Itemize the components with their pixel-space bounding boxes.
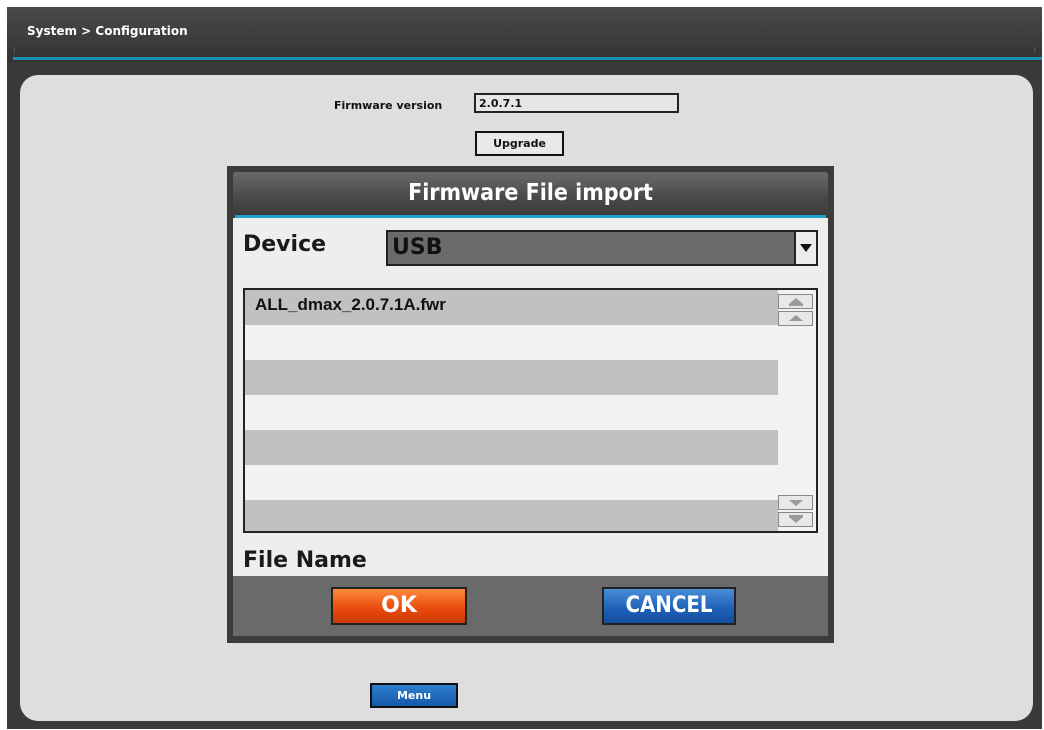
firmware-import-dialog: Firmware File import Device USB ALL_dmax…: [227, 166, 834, 643]
firmware-version-label: Firmware version: [334, 99, 443, 112]
file-item-name: ALL_dmax_2.0.7.1A.fwr: [255, 295, 446, 314]
file-name-label: File Name: [243, 548, 367, 573]
device-select[interactable]: USB: [386, 230, 818, 266]
list-item[interactable]: [245, 430, 778, 465]
scroll-down-icon[interactable]: [778, 495, 813, 510]
scroll-up-icon[interactable]: [778, 311, 813, 326]
list-item[interactable]: [245, 500, 778, 531]
dialog-body: Device USB ALL_dmax_2.0.7.1A.fwr File Na…: [233, 218, 828, 576]
list-item[interactable]: [245, 465, 778, 500]
resize-grip-icon: ⁞: [13, 46, 16, 55]
list-item[interactable]: [245, 395, 778, 430]
scroll-bottom-icon[interactable]: [778, 512, 813, 527]
cancel-button[interactable]: CANCEL: [602, 587, 736, 625]
title-bar: System > Configuration ⁞ ⁞: [7, 7, 1042, 62]
device-select-value: USB: [392, 235, 443, 260]
firmware-version-field: 2.0.7.1: [474, 93, 679, 113]
file-list[interactable]: ALL_dmax_2.0.7.1A.fwr: [243, 288, 818, 533]
list-item[interactable]: [245, 360, 778, 395]
device-label: Device: [243, 232, 327, 257]
list-item[interactable]: ALL_dmax_2.0.7.1A.fwr: [245, 290, 778, 325]
scroll-top-icon[interactable]: [778, 294, 813, 309]
dialog-button-bar: OK CANCEL: [233, 576, 828, 636]
resize-grip-icon: ⁞: [1033, 46, 1036, 55]
dialog-title-bar: Firmware File import: [233, 172, 828, 217]
dropdown-arrow-icon[interactable]: [794, 232, 816, 264]
upgrade-button[interactable]: Upgrade: [475, 131, 564, 156]
ok-button[interactable]: OK: [331, 587, 467, 625]
breadcrumb: System > Configuration: [27, 24, 188, 38]
list-item[interactable]: [245, 325, 778, 360]
dialog-title: Firmware File import: [408, 180, 653, 206]
menu-button[interactable]: Menu: [370, 683, 458, 708]
title-accent-line: [13, 57, 1042, 60]
